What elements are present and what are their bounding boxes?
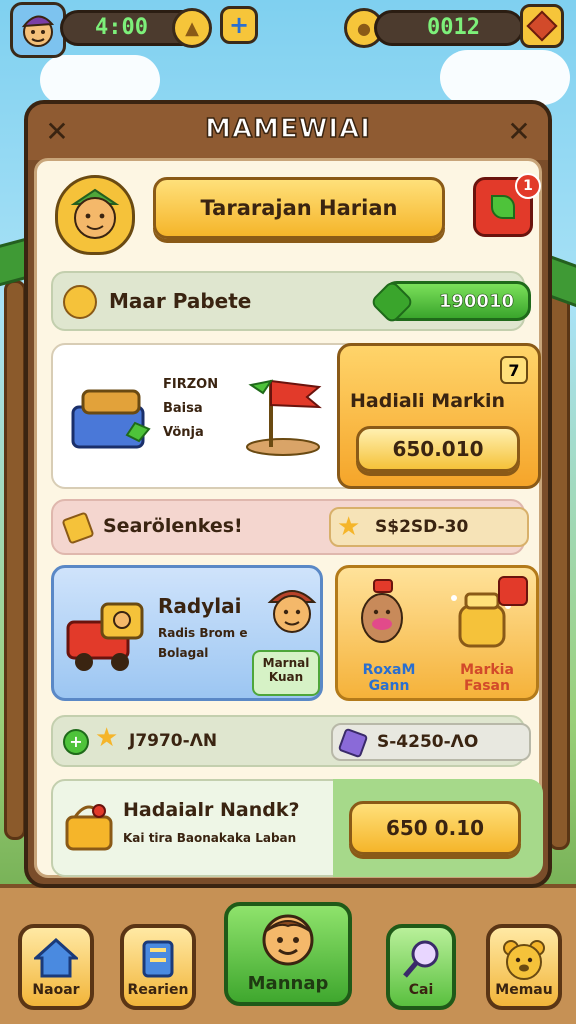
clover-icon	[369, 279, 415, 325]
character-face-icon	[70, 188, 120, 239]
nav-search-label: Cai	[408, 982, 434, 998]
section-2-label: Searölenkes!	[103, 515, 243, 537]
nav-scroll-label: Rearien	[127, 982, 189, 998]
reward-card-gold[interactable]: 7 Hadiali Markin 650.010	[337, 343, 541, 489]
card-3-title: Hadaialr Nandk?	[123, 799, 300, 821]
section-row-2: Searölenkes! ★ S$2SD-30	[51, 499, 529, 555]
star-icon: ★	[95, 723, 119, 753]
card-3: Hadaialr Nandk? Kai tira Baonakaka Laban…	[51, 779, 543, 877]
nav-home[interactable]: Naoar	[18, 924, 94, 1010]
card-2-sub-2: Bolagal	[158, 646, 209, 660]
plus-icon: +	[228, 11, 250, 39]
section-3-value-left: J7970-ΛN	[129, 731, 218, 751]
notification-badge: 1	[515, 173, 541, 199]
nav-character[interactable]: Mannap	[224, 902, 352, 1006]
truck-icon	[66, 602, 144, 671]
ticket-icon	[61, 511, 95, 545]
player-avatar-icon	[21, 15, 55, 47]
card-3-button-label: 650 0.10	[385, 816, 485, 840]
right-label-1b: Gann	[368, 678, 410, 694]
section-3-value-pill[interactable]: S-4250-ΛO	[331, 723, 531, 761]
crystal-icon	[337, 727, 369, 759]
notification-count: 1	[523, 178, 533, 194]
character-icon	[262, 914, 314, 966]
scroll-icon	[142, 940, 174, 978]
nav-home-label: Naoar	[32, 982, 80, 998]
card-1-text-2: Baisa	[163, 401, 203, 416]
card-2-title: Radylai	[158, 594, 242, 618]
gem-icon	[526, 10, 558, 42]
panel-title: MAMEWIAI	[204, 113, 371, 145]
card-1-text-3: Vönja	[163, 425, 204, 440]
card-2: Radylai Radis Brom e Bolagal Marnal Kuan	[51, 565, 539, 701]
counter-text: 0012	[427, 15, 480, 40]
card-2-tag: Marnal Kuan	[252, 650, 320, 696]
magnifier-icon	[403, 940, 439, 978]
card-2-right-label-1: RoxaM Gann	[344, 662, 434, 694]
section-2-value-pill[interactable]: ★ S$2SD-30	[329, 507, 529, 547]
section-2-value: S$2SD-30	[375, 517, 469, 537]
basket-icon	[65, 804, 113, 851]
card-2-tag-1: Marnal	[262, 656, 310, 670]
player-avatar[interactable]	[10, 2, 66, 58]
panel-content: Tararajan Harian 1 Maar Pabete 190010 FI…	[34, 158, 543, 878]
gem-button[interactable]	[520, 4, 564, 48]
star-icon: ★	[337, 512, 361, 542]
main-panel: ✕ MAMEWIAI ✕ Tararajan Harian 1 Maar Pab…	[24, 100, 552, 888]
daily-task-button[interactable]: Tararajan Harian	[153, 177, 445, 239]
close-right-icon[interactable]: ✕	[502, 114, 536, 148]
card-2-left[interactable]: Radylai Radis Brom e Bolagal Marnal Kuan	[51, 565, 323, 701]
timer-text: 4:00	[95, 15, 148, 40]
gold-card-button-label: 650.010	[392, 437, 484, 461]
card-3-button[interactable]: 650 0.10	[349, 801, 521, 855]
nav-character-label: Mannap	[247, 973, 329, 994]
section-row-3: + ★ J7970-ΛN S-4250-ΛO	[51, 715, 531, 767]
character-badge	[55, 175, 135, 255]
bottom-nav: Naoar Rearien Mannap Cai Memau	[0, 902, 576, 1024]
counter-pill: 0012	[374, 10, 524, 46]
nav-search[interactable]: Cai	[386, 924, 456, 1010]
chest-icon	[71, 389, 151, 449]
card-1-text-1: FIRZON	[163, 377, 219, 392]
red-tag-icon	[498, 576, 528, 606]
smile-icon	[63, 285, 97, 319]
section-1-value: 190010	[438, 290, 515, 312]
gold-card-title: Hadiali Markin	[350, 390, 506, 412]
card-2-right[interactable]: RoxaM Gann Markia Fasan	[335, 565, 539, 701]
gold-badge: 7	[500, 356, 528, 384]
cloud	[440, 50, 570, 105]
card-2-tag-2: Kuan	[268, 670, 304, 684]
top-bar: 4:00 ▲ + ● 0012	[10, 2, 566, 58]
right-label-2b: Fasan	[464, 678, 510, 694]
palm-tree-trunk	[4, 280, 26, 840]
card-1: FIRZON Baisa Vönja 7 Hadiali Markin 650.…	[51, 343, 541, 489]
section-1-value-pill[interactable]: 190010	[369, 279, 531, 325]
gold-badge-value: 7	[508, 360, 520, 380]
card-2-sub-1: Radis Brom e	[158, 626, 248, 640]
gold-card-button[interactable]: 650.010	[356, 426, 520, 472]
bear-icon	[503, 940, 545, 980]
boy-character-icon	[267, 590, 317, 633]
right-label-1a: RoxaM	[362, 662, 416, 678]
right-label-2a: Markia	[460, 662, 514, 678]
nav-profile[interactable]: Memau	[486, 924, 562, 1010]
potion-character-icon	[361, 579, 403, 643]
coin-button[interactable]: ▲	[172, 8, 212, 48]
cloud	[40, 55, 160, 105]
card-2-right-label-2: Markia Fasan	[442, 662, 532, 694]
card-3-subtitle: Kai tira Baonakaka Laban	[123, 831, 297, 845]
flag-icon	[246, 379, 322, 456]
add-circle-icon[interactable]: +	[63, 729, 89, 755]
add-button[interactable]: +	[220, 6, 258, 44]
daily-task-label: Tararajan Harian	[200, 196, 398, 220]
nav-scroll[interactable]: Rearien	[120, 924, 196, 1010]
section-3-value-right: S-4250-ΛO	[377, 732, 479, 752]
home-icon	[34, 938, 78, 978]
leaf-icon	[491, 195, 515, 219]
nav-profile-label: Memau	[495, 982, 553, 998]
coin-icon: ▲	[185, 17, 199, 39]
coin-symbol-icon: ●	[357, 18, 371, 38]
section-1-label: Maar Pabete	[109, 289, 252, 313]
section-row-1: Maar Pabete 190010	[51, 271, 531, 331]
